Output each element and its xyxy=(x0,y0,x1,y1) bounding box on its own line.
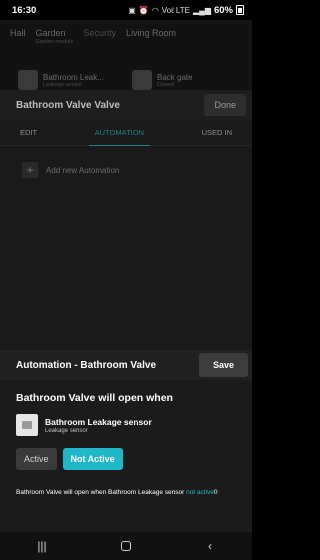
automation-summary: Bathroom Valve will open when Bathroom L… xyxy=(16,488,236,498)
device-sub: Leakage sensor xyxy=(43,81,83,88)
room-tabs: Hall Garden Garden module Security Livin… xyxy=(10,28,176,45)
network-label: Voℓ LTE xyxy=(161,5,190,15)
sensor-row[interactable]: Bathroom Leakage sensor Leakage sensor xyxy=(16,414,236,436)
summary-highlight-not: not xyxy=(186,489,196,496)
room-tab-label: Garden xyxy=(35,28,66,38)
device-row: Bathroom Leak... Leakage sensor Back gat… xyxy=(18,70,232,90)
device-card-bathroom-leak[interactable]: Bathroom Leak... Leakage sensor xyxy=(18,70,118,90)
device-name: Back gate xyxy=(157,72,193,82)
tab-used-in[interactable]: USED IN xyxy=(196,120,238,145)
sheet-body: Bathroom Valve will open when Bathroom L… xyxy=(0,380,252,532)
battery-percent: 60% xyxy=(213,4,233,16)
room-tab-sub: Garden module xyxy=(35,39,74,45)
add-automation-label: Add new Automation xyxy=(46,165,120,175)
status-bar: 16:30 ▣ ⏰ ◠ Voℓ LTE ▂▄▆ 60% xyxy=(0,0,252,20)
system-nav-bar: ||| ‹ xyxy=(0,532,252,560)
device-image xyxy=(18,70,38,90)
save-button[interactable]: Save xyxy=(198,353,248,377)
sensor-type: Leakage sensor xyxy=(45,427,88,434)
device-name: Bathroom Leak... xyxy=(43,72,104,82)
state-selector: Active Not Active xyxy=(16,448,236,470)
room-tab-label: Security xyxy=(83,28,116,38)
panel-header: Bathroom Valve Valve Done xyxy=(0,90,252,120)
summary-highlight-active: active xyxy=(196,489,214,496)
wifi-icon: ◠ xyxy=(151,5,159,15)
sensor-name: Bathroom Leakage sensor xyxy=(45,416,152,427)
battery-icon xyxy=(236,5,244,15)
room-tab-hall[interactable]: Hall xyxy=(10,28,26,45)
room-tab-living-room[interactable]: Living Room xyxy=(126,28,176,45)
status-icons: ▣ ⏰ ◠ Voℓ LTE ▂▄▆ 60% xyxy=(128,5,244,16)
room-tab-label: Hall xyxy=(10,28,26,38)
device-sub: Closed xyxy=(157,81,175,88)
device-card-back-gate[interactable]: Back gate Closed xyxy=(132,70,232,90)
device-image xyxy=(132,70,152,90)
sheet-title: Automation - Bathroom Valve xyxy=(16,359,157,371)
not-active-option-button[interactable]: Not Active xyxy=(62,448,123,470)
device-panel: Bathroom Valve Valve Done EDIT AUTOMATIO… xyxy=(0,90,252,350)
room-tab-label: Living Room xyxy=(125,28,176,38)
summary-suffix: 0 xyxy=(213,489,218,496)
add-automation-button[interactable]: + Add new Automation xyxy=(22,162,252,178)
status-time: 16:30 xyxy=(12,4,37,16)
plus-icon: + xyxy=(22,162,38,178)
panel-title: Bathroom Valve Valve xyxy=(16,99,120,111)
lock-icon: ▣ xyxy=(128,5,136,15)
sheet-header: Automation - Bathroom Valve Save xyxy=(0,350,252,380)
sensor-image xyxy=(16,414,38,436)
tab-edit[interactable]: EDIT xyxy=(14,120,43,145)
room-tab-security[interactable]: Security xyxy=(83,28,116,45)
condition-heading: Bathroom Valve will open when xyxy=(16,392,173,404)
panel-tabs: EDIT AUTOMATION USED IN xyxy=(0,120,252,146)
tab-automation[interactable]: AUTOMATION xyxy=(88,120,150,146)
room-tab-garden[interactable]: Garden Garden module xyxy=(36,28,74,45)
done-button[interactable]: Done xyxy=(204,94,246,116)
recents-icon[interactable]: ||| xyxy=(27,539,57,553)
automation-sheet: Automation - Bathroom Valve Save Bathroo… xyxy=(0,350,252,532)
summary-prefix: Bathroom Valve will open when Bathroom L… xyxy=(16,489,185,496)
signal-icon: ▂▄▆ xyxy=(193,5,211,15)
home-icon[interactable] xyxy=(121,541,131,551)
alarm-icon: ⏰ xyxy=(138,5,149,15)
back-icon[interactable]: ‹ xyxy=(195,539,225,553)
active-option-button[interactable]: Active xyxy=(16,448,57,470)
